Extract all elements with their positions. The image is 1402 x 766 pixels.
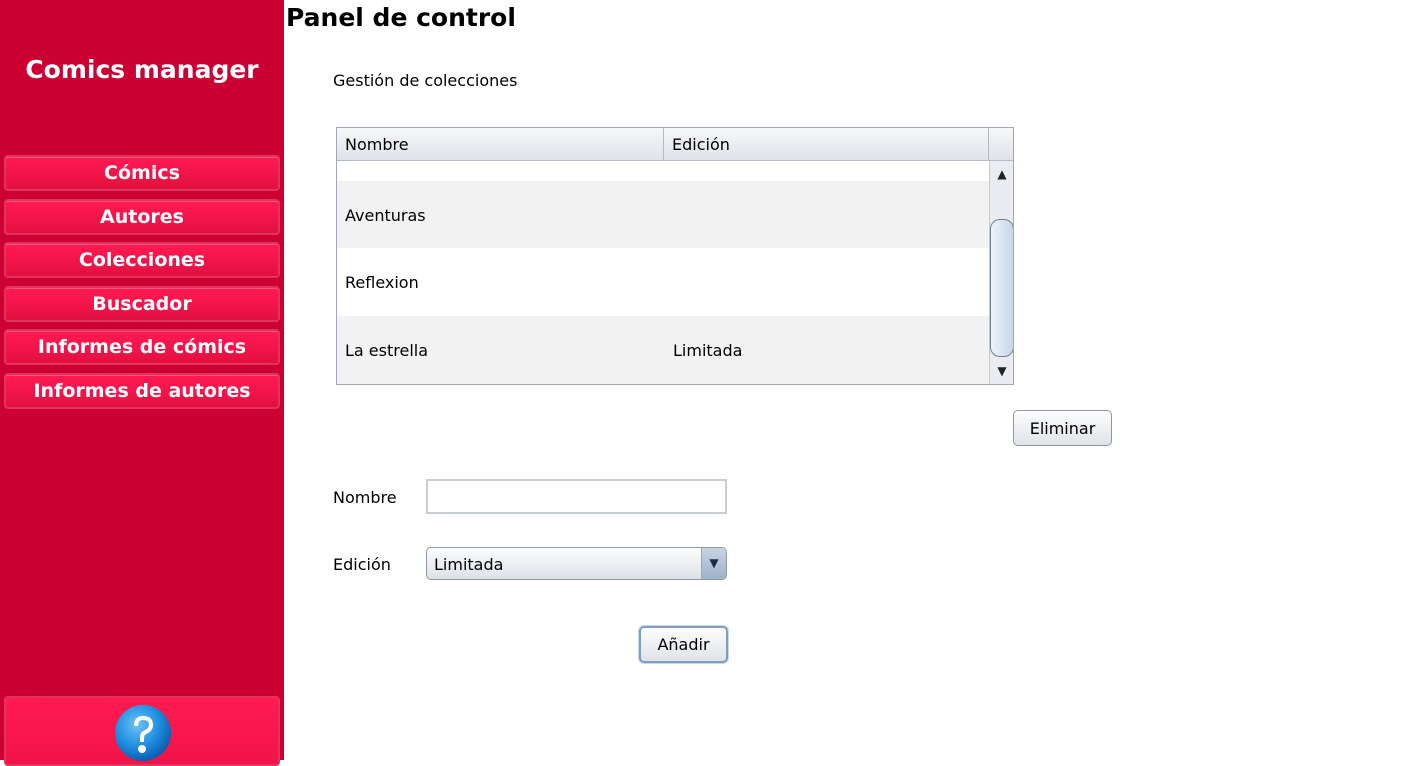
name-input[interactable] <box>426 479 727 514</box>
add-button[interactable]: Añadir <box>639 626 728 663</box>
nav-author-reports-button[interactable]: Informes de autores <box>4 373 280 409</box>
table-header: Nombre Edición <box>337 128 1013 161</box>
table-row[interactable]: Reflexion <box>337 248 989 316</box>
nav-authors-button[interactable]: Autores <box>4 199 280 235</box>
cell-nombre: Reflexion <box>345 273 419 292</box>
page-title: Panel de control <box>286 3 516 32</box>
delete-button[interactable]: Eliminar <box>1013 410 1112 446</box>
table-body: Aventuras Reflexion La estrella Limitada <box>337 161 989 384</box>
chevron-down-icon[interactable]: ▼ <box>701 548 726 579</box>
scroll-down-icon[interactable]: ▼ <box>990 360 1013 382</box>
table-row-partial[interactable] <box>337 161 989 181</box>
table-row[interactable]: La estrella Limitada <box>337 316 989 384</box>
nav-collections-button[interactable]: Colecciones <box>4 242 280 278</box>
column-header-edicion[interactable]: Edición <box>664 128 989 160</box>
sidebar: Comics manager Cómics Autores Coleccione… <box>0 0 284 766</box>
nav-search-button[interactable]: Buscador <box>4 286 280 322</box>
table-row[interactable]: Aventuras <box>337 181 989 248</box>
collections-table[interactable]: Nombre Edición Aventuras Reflexion La es… <box>336 127 1014 385</box>
nav-comic-reports-button[interactable]: Informes de cómics <box>4 329 280 365</box>
scroll-thumb[interactable] <box>990 219 1013 357</box>
edition-select-value: Limitada <box>434 555 504 574</box>
cell-nombre: Aventuras <box>345 206 426 225</box>
section-label: Gestión de colecciones <box>333 71 518 90</box>
scroll-up-icon[interactable]: ▲ <box>990 163 1013 185</box>
edition-select[interactable]: Limitada ▼ <box>426 547 727 580</box>
nav-comics-button[interactable]: Cómics <box>4 155 280 191</box>
question-mark-icon <box>115 705 171 761</box>
name-label: Nombre <box>333 488 397 507</box>
table-scrollbar[interactable]: ▲ ▼ <box>989 161 1013 384</box>
cell-nombre: La estrella <box>345 341 429 360</box>
edition-label: Edición <box>333 555 391 574</box>
help-button[interactable] <box>4 696 280 766</box>
cell-edicion: Limitada <box>673 341 743 360</box>
app-title: Comics manager <box>25 55 259 84</box>
column-header-nombre[interactable]: Nombre <box>337 128 664 160</box>
